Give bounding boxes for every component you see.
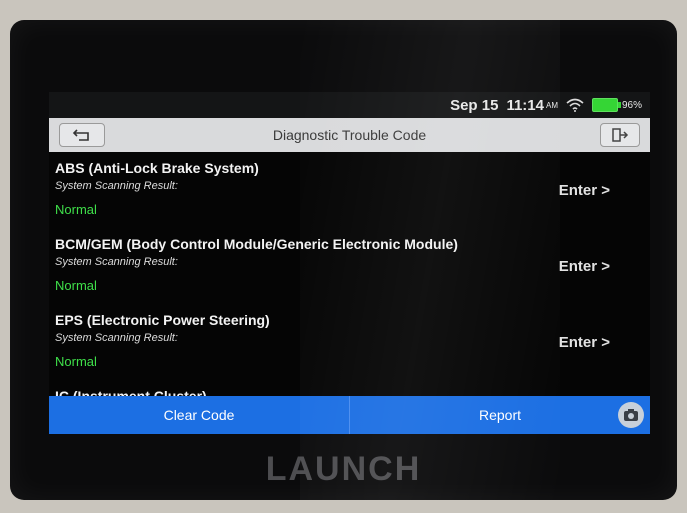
- exit-button[interactable]: [600, 123, 640, 147]
- status-ampm: AM: [545, 100, 558, 110]
- device-screen: Sep 15 11:14 AM 96% Diagnostic Trouble C…: [49, 92, 650, 434]
- status-normal: Normal: [55, 202, 97, 217]
- list-item[interactable]: IC (Instrument Cluster): [49, 380, 650, 396]
- scan-result-label: System Scanning Result:: [55, 256, 178, 268]
- status-date: Sep 15: [450, 96, 499, 114]
- brand-logo: LAUNCH: [265, 450, 422, 488]
- report-button[interactable]: Report: [350, 396, 650, 434]
- battery-icon: [591, 98, 621, 112]
- enter-button[interactable]: Enter >: [559, 182, 610, 199]
- system-name: BCM/GEM (Body Control Module/Generic Ele…: [55, 236, 458, 252]
- enter-button[interactable]: Enter >: [559, 258, 610, 275]
- list-item[interactable]: EPS (Electronic Power Steering) System S…: [49, 304, 650, 380]
- scan-result-label: System Scanning Result:: [55, 180, 178, 192]
- list-item[interactable]: ABS (Anti-Lock Brake System) System Scan…: [49, 152, 650, 228]
- system-name: EPS (Electronic Power Steering): [55, 312, 270, 328]
- camera-icon: [624, 409, 638, 421]
- action-bar: Clear Code Report: [49, 396, 650, 434]
- status-time: 11:14: [506, 96, 544, 114]
- clear-code-button[interactable]: Clear Code: [49, 396, 350, 434]
- system-name: ABS (Anti-Lock Brake System): [55, 160, 259, 176]
- battery-percent: 96%: [621, 99, 642, 111]
- status-normal: Normal: [55, 278, 97, 293]
- exit-icon: [612, 128, 629, 142]
- status-bar: Sep 15 11:14 AM 96%: [49, 92, 650, 118]
- list-item[interactable]: BCM/GEM (Body Control Module/Generic Ele…: [49, 228, 650, 304]
- back-button[interactable]: [59, 123, 105, 147]
- system-list: ABS (Anti-Lock Brake System) System Scan…: [49, 152, 650, 396]
- wifi-icon: [566, 98, 584, 112]
- enter-button[interactable]: Enter >: [559, 334, 610, 351]
- back-arrow-icon: [72, 129, 89, 141]
- page-title: Diagnostic Trouble Code: [272, 127, 427, 143]
- system-name: IC (Instrument Cluster): [55, 388, 207, 396]
- title-bar: Diagnostic Trouble Code: [49, 118, 650, 152]
- scan-result-label: System Scanning Result:: [55, 332, 178, 344]
- status-normal: Normal: [55, 354, 97, 369]
- camera-button[interactable]: [618, 402, 644, 428]
